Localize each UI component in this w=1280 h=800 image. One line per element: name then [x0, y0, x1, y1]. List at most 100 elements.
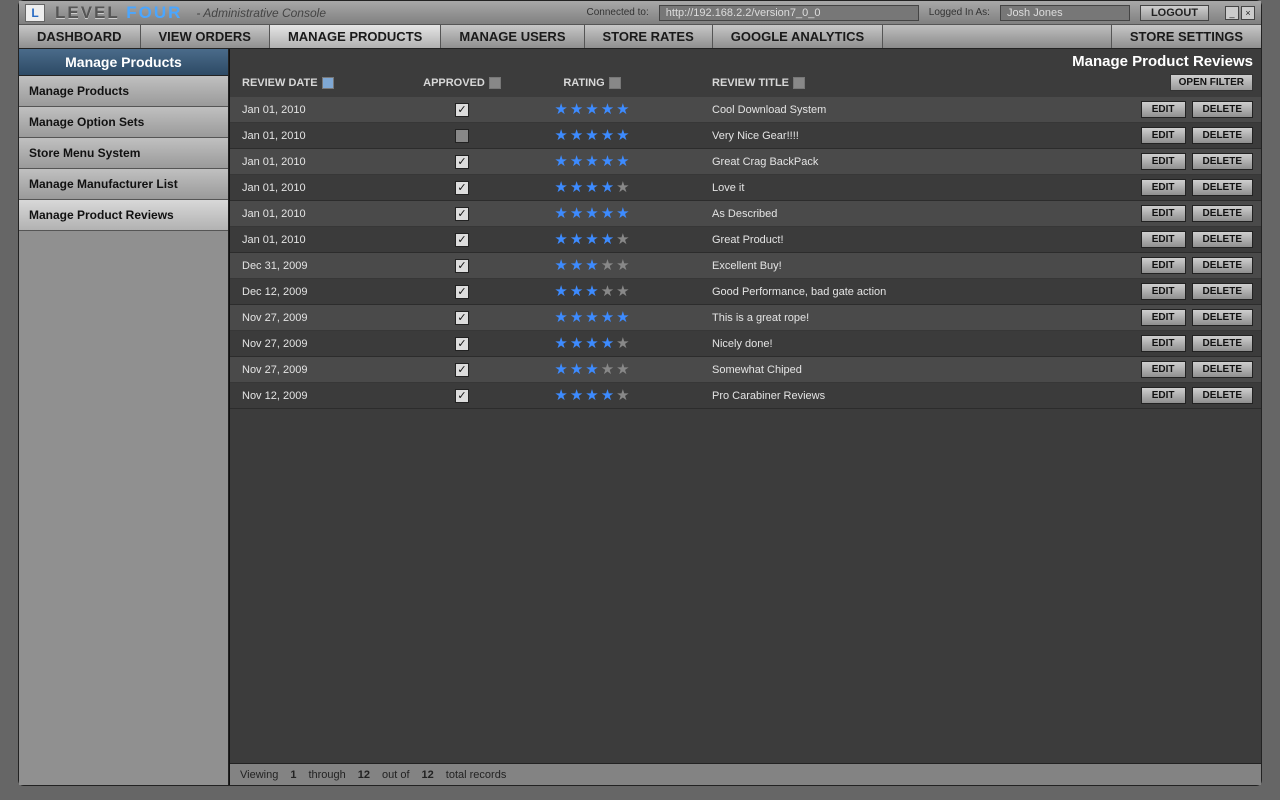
col-rating[interactable]: RATING: [512, 77, 672, 89]
edit-button[interactable]: EDIT: [1141, 309, 1186, 326]
connected-url-field[interactable]: http://192.168.2.2/version7_0_0: [659, 5, 919, 21]
sidebar-item-menu-system[interactable]: Store Menu System: [19, 138, 228, 169]
cell-actions: EDIT DELETE: [1088, 101, 1253, 118]
delete-button[interactable]: DELETE: [1192, 153, 1253, 170]
cell-rating: ★★★★★: [512, 154, 672, 169]
approved-checkbox[interactable]: ✓: [455, 311, 469, 325]
cell-approved: ✓: [412, 389, 512, 403]
close-icon[interactable]: ×: [1241, 6, 1255, 20]
table-row: Nov 27, 2009✓★★★★★Somewhat ChipedEDITDEL…: [230, 357, 1261, 383]
edit-button[interactable]: EDIT: [1141, 257, 1186, 274]
star-icon: ★: [570, 258, 583, 273]
col-approved[interactable]: APPROVED: [412, 77, 512, 89]
tab-store-settings[interactable]: STORE SETTINGS: [1111, 25, 1261, 48]
logged-in-user-field: Josh Jones: [1000, 5, 1130, 21]
cell-approved: ✓: [412, 285, 512, 299]
approved-checkbox[interactable]: ✓: [455, 181, 469, 195]
cell-review-title: Excellent Buy!: [672, 260, 1088, 272]
brand-level: LEVEL: [55, 3, 119, 22]
delete-button[interactable]: DELETE: [1192, 127, 1253, 144]
cell-actions: EDIT DELETE: [1088, 127, 1253, 144]
star-icon: ★: [585, 206, 598, 221]
col-review-date[interactable]: REVIEW DATE: [242, 77, 412, 89]
edit-button[interactable]: EDIT: [1141, 205, 1186, 222]
col-review-date-label: REVIEW DATE: [242, 77, 318, 89]
cell-actions: EDIT DELETE: [1088, 335, 1253, 352]
star-icon: ★: [585, 388, 598, 403]
approved-checkbox[interactable]: ✓: [455, 207, 469, 221]
approved-checkbox[interactable]: ✓: [455, 129, 469, 143]
star-icon: ★: [601, 284, 614, 299]
tab-dashboard[interactable]: DASHBOARD: [19, 25, 141, 48]
edit-button[interactable]: EDIT: [1141, 335, 1186, 352]
sort-icon[interactable]: [489, 77, 501, 89]
logout-button[interactable]: LOGOUT: [1140, 5, 1209, 21]
edit-button[interactable]: EDIT: [1141, 387, 1186, 404]
cell-approved: ✓: [412, 337, 512, 351]
edit-button[interactable]: EDIT: [1141, 283, 1186, 300]
edit-button[interactable]: EDIT: [1141, 101, 1186, 118]
star-icon: ★: [570, 102, 583, 117]
star-icon: ★: [570, 232, 583, 247]
sidebar-item-option-sets[interactable]: Manage Option Sets: [19, 107, 228, 138]
brand-four: FOUR: [126, 3, 182, 22]
approved-checkbox[interactable]: ✓: [455, 155, 469, 169]
delete-button[interactable]: DELETE: [1192, 361, 1253, 378]
star-icon: ★: [585, 310, 598, 325]
approved-checkbox[interactable]: ✓: [455, 233, 469, 247]
star-icon: ★: [570, 128, 583, 143]
cell-review-date: Dec 31, 2009: [242, 260, 412, 272]
sort-icon[interactable]: [609, 77, 621, 89]
edit-button[interactable]: EDIT: [1141, 179, 1186, 196]
star-icon: ★: [570, 362, 583, 377]
star-icon: ★: [616, 284, 629, 299]
star-icon: ★: [616, 180, 629, 195]
cell-rating: ★★★★★: [512, 180, 672, 195]
cell-actions: EDIT DELETE: [1088, 153, 1253, 170]
tab-manage-products[interactable]: MANAGE PRODUCTS: [270, 25, 441, 48]
approved-checkbox[interactable]: ✓: [455, 389, 469, 403]
sidebar-item-products[interactable]: Manage Products: [19, 76, 228, 107]
sidebar-item-manufacturer-list[interactable]: Manage Manufacturer List: [19, 169, 228, 200]
cell-review-title: Good Performance, bad gate action: [672, 286, 1088, 298]
edit-button[interactable]: EDIT: [1141, 127, 1186, 144]
delete-button[interactable]: DELETE: [1192, 257, 1253, 274]
tab-google-analytics[interactable]: GOOGLE ANALYTICS: [713, 25, 883, 48]
approved-checkbox[interactable]: ✓: [455, 259, 469, 273]
approved-checkbox[interactable]: ✓: [455, 363, 469, 377]
delete-button[interactable]: DELETE: [1192, 179, 1253, 196]
star-icon: ★: [601, 206, 614, 221]
sort-icon[interactable]: [322, 77, 334, 89]
open-filter-button[interactable]: OPEN FILTER: [1170, 74, 1253, 91]
sidebar-item-product-reviews[interactable]: Manage Product Reviews: [19, 200, 228, 231]
edit-button[interactable]: EDIT: [1141, 231, 1186, 248]
delete-button[interactable]: DELETE: [1192, 283, 1253, 300]
delete-button[interactable]: DELETE: [1192, 231, 1253, 248]
edit-button[interactable]: EDIT: [1141, 361, 1186, 378]
approved-checkbox[interactable]: ✓: [455, 285, 469, 299]
delete-button[interactable]: DELETE: [1192, 387, 1253, 404]
minimize-icon[interactable]: _: [1225, 6, 1239, 20]
approved-checkbox[interactable]: ✓: [455, 103, 469, 117]
delete-button[interactable]: DELETE: [1192, 335, 1253, 352]
star-icon: ★: [554, 388, 567, 403]
star-icon: ★: [616, 310, 629, 325]
col-review-title[interactable]: REVIEW TITLE: [672, 77, 1088, 89]
table-row: Dec 12, 2009✓★★★★★Good Performance, bad …: [230, 279, 1261, 305]
delete-button[interactable]: DELETE: [1192, 205, 1253, 222]
delete-button[interactable]: DELETE: [1192, 101, 1253, 118]
cell-review-date: Jan 01, 2010: [242, 104, 412, 116]
edit-button[interactable]: EDIT: [1141, 153, 1186, 170]
star-icon: ★: [585, 128, 598, 143]
approved-checkbox[interactable]: ✓: [455, 337, 469, 351]
cell-review-title: Love it: [672, 182, 1088, 194]
star-icon: ★: [554, 336, 567, 351]
tab-manage-users[interactable]: MANAGE USERS: [441, 25, 584, 48]
sort-icon[interactable]: [793, 77, 805, 89]
delete-button[interactable]: DELETE: [1192, 309, 1253, 326]
tab-store-rates[interactable]: STORE RATES: [585, 25, 713, 48]
tab-view-orders[interactable]: VIEW ORDERS: [141, 25, 270, 48]
star-icon: ★: [554, 362, 567, 377]
star-icon: ★: [570, 336, 583, 351]
cell-rating: ★★★★★: [512, 258, 672, 273]
